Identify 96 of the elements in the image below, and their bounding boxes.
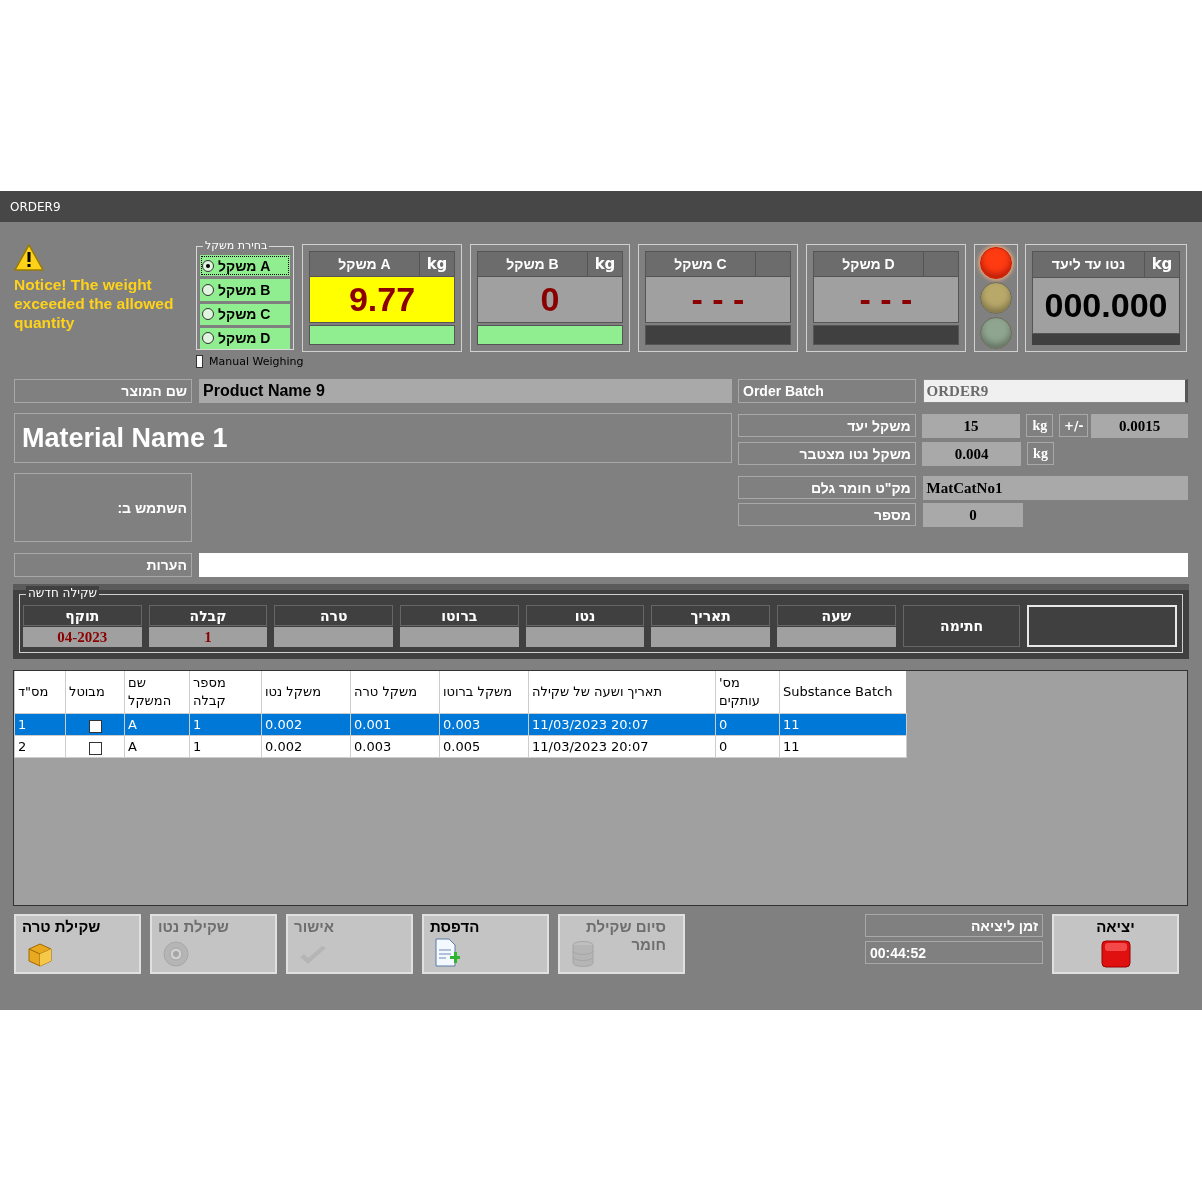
tolerance-label: +/- xyxy=(1059,414,1089,437)
net-accumulated-value: 0.004 xyxy=(922,442,1021,466)
database-icon xyxy=(570,940,596,968)
action-button[interactable]: הדפסת xyxy=(422,914,549,974)
warning-icon xyxy=(14,244,44,271)
window-title: ORDER9 xyxy=(0,191,1202,222)
column-header: קבלה xyxy=(148,605,268,626)
field-value: 04-2023 xyxy=(23,627,142,647)
column-header: תאריך ושעה של שקילה xyxy=(528,671,716,714)
column-header: שם המשקל xyxy=(124,671,190,714)
product-value: Product Name 9 xyxy=(199,379,732,403)
table-cell: 11 xyxy=(779,735,906,758)
signature-field[interactable] xyxy=(1027,605,1177,647)
column-header: משקל נטו xyxy=(261,671,351,714)
column-header: תאריך xyxy=(651,605,771,626)
manual-weighing-checkbox[interactable] xyxy=(196,355,203,368)
exit-time-label: זמן ליציאה xyxy=(865,914,1043,937)
scale-radio[interactable]: משקל C xyxy=(200,303,290,325)
weight-display: - - - xyxy=(645,277,791,324)
document-plus-icon xyxy=(434,938,460,968)
target-weight-value: 15 xyxy=(921,414,1021,438)
column-header: מבוטל xyxy=(65,671,125,714)
net-target-display: 000.000 xyxy=(1032,277,1180,334)
scale-radio[interactable]: משקל D xyxy=(200,327,290,349)
product-label: שם המוצר xyxy=(14,379,192,403)
unit-cell xyxy=(756,251,791,278)
table-cell: 0.002 xyxy=(261,735,351,758)
group-legend: בחירת משקל xyxy=(203,239,270,253)
scale-title: משקל C xyxy=(645,251,756,278)
order-batch-label: Order Batch xyxy=(738,379,916,403)
table-cell: 0.002 xyxy=(261,713,351,736)
table-cell: 0.003 xyxy=(439,713,529,736)
number-value: 0 xyxy=(923,503,1023,527)
column-header: מס"ד xyxy=(14,671,66,714)
table-cell: 1 xyxy=(189,735,262,758)
unit-label: kg xyxy=(588,251,623,278)
column-header: תוקף xyxy=(23,605,142,626)
table-cell: 0 xyxy=(715,735,780,758)
column-header: נטו xyxy=(525,605,645,626)
table-cell: 0.001 xyxy=(350,713,440,736)
cancelled-checkbox[interactable] xyxy=(88,741,102,755)
column-header: מספר קבלה xyxy=(189,671,262,714)
column-header: Substance Batch xyxy=(779,671,906,714)
table-cell: 0.003 xyxy=(350,735,440,758)
table-cell: 1 xyxy=(189,713,262,736)
table-cell: 0.005 xyxy=(439,735,529,758)
scale-title: משקל D xyxy=(813,251,924,278)
unit-label: kg xyxy=(420,251,455,278)
net-accumulated-label: משקל נטו מצטבר xyxy=(738,442,916,465)
disc-icon xyxy=(162,940,190,968)
weight-display: - - - xyxy=(813,277,959,324)
number-label: מספר xyxy=(738,503,916,526)
column-header: מס' עותקים xyxy=(715,671,780,714)
net-target-title: נטו עד ליעד xyxy=(1032,251,1145,278)
table-cell: 1 xyxy=(14,713,66,736)
weight-display: 9.77 xyxy=(309,277,455,324)
cancelled-checkbox[interactable] xyxy=(88,719,102,733)
table-cell: 0 xyxy=(715,713,780,736)
scale-radio[interactable]: משקל B xyxy=(200,279,290,301)
exit-button[interactable]: יציאה xyxy=(1052,914,1179,974)
scale-radio[interactable]: משקל A xyxy=(200,255,290,277)
checkbox-label: Manual Weighing xyxy=(209,355,304,368)
column-header: משקל טרה xyxy=(350,671,440,714)
table-cell: 11/03/2023 20:07 xyxy=(528,713,716,736)
unit-label: kg xyxy=(1026,414,1054,437)
group-legend: שקילה חדשה xyxy=(26,586,99,601)
scale-title: משקל A xyxy=(309,251,420,278)
order-batch-field[interactable]: ORDER9 xyxy=(922,379,1188,403)
tolerance-value: 0.0015 xyxy=(1091,414,1188,438)
action-button[interactable]: שקילת טרה xyxy=(14,914,141,974)
signature-label: חתימה xyxy=(902,605,1021,647)
unit-label: kg xyxy=(1027,442,1054,465)
column-header: ברוטו xyxy=(400,605,519,626)
usage-label: השתמש ב: xyxy=(14,473,192,542)
stop-icon xyxy=(1100,940,1131,968)
weight-display: 0 xyxy=(477,277,623,324)
table-cell: A xyxy=(124,713,190,736)
table-cell: 11 xyxy=(779,713,906,736)
remarks-field[interactable] xyxy=(199,553,1188,577)
column-header: שעה xyxy=(777,605,896,626)
catalog-label: מק"ט חומר גלם xyxy=(738,476,916,499)
remarks-label: הערות xyxy=(14,553,192,577)
table-cell: 2 xyxy=(14,735,66,758)
table-cell: 11/03/2023 20:07 xyxy=(528,735,716,758)
scale-title: משקל B xyxy=(477,251,588,278)
table-cell: A xyxy=(124,735,190,758)
unit-cell xyxy=(924,251,959,278)
notice-text: Notice! The weight exceeded the allowed quantity xyxy=(14,275,175,332)
field-value: 1 xyxy=(148,627,268,647)
target-weight-label: משקל יעד xyxy=(738,414,916,437)
catalog-value: MatCatNo1 xyxy=(922,476,1188,500)
unit-label: kg xyxy=(1145,251,1180,278)
column-header: טרה xyxy=(274,605,393,626)
material-name: Material Name 1 xyxy=(14,413,732,463)
exit-time-value: 00:44:52 xyxy=(865,941,1043,964)
column-header: משקל ברוטו xyxy=(439,671,529,714)
